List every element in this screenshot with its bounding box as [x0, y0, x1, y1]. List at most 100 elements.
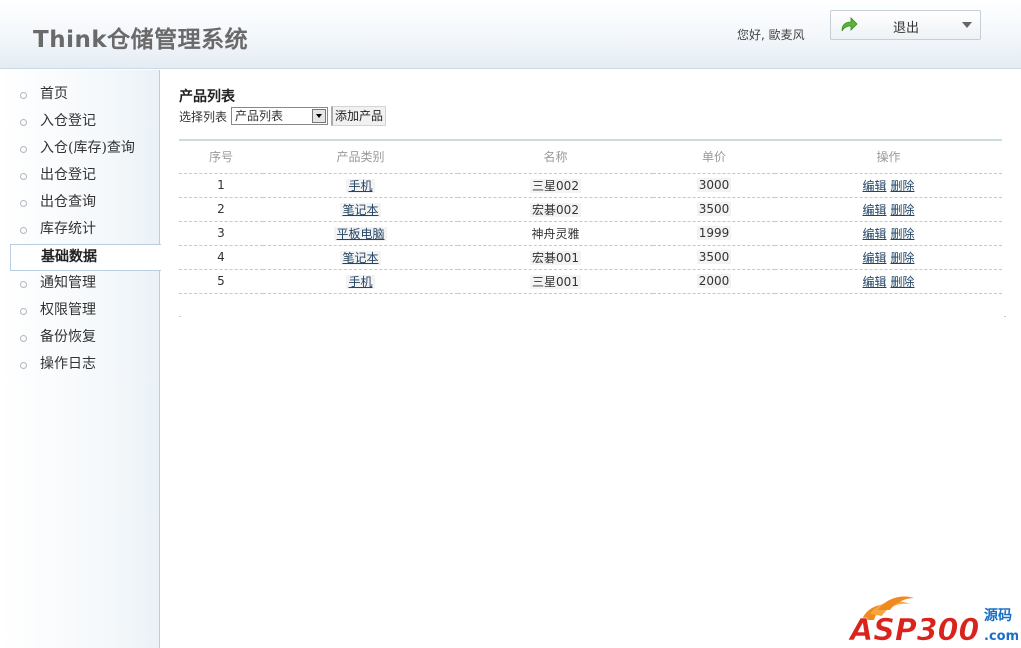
edit-link[interactable]: 编辑: [862, 251, 886, 265]
circle-bullet-icon: [20, 173, 27, 180]
product-price: 1999: [696, 226, 732, 240]
green-arrow-icon: [841, 17, 858, 32]
delete-link[interactable]: 删除: [891, 227, 915, 241]
cell-name: 宏碁002: [458, 197, 653, 222]
col-header-name: 名称: [458, 140, 653, 174]
cell-name: 宏碁001: [458, 245, 653, 270]
delete-link[interactable]: 删除: [891, 251, 915, 265]
cell-price: 2000: [653, 269, 775, 294]
table-header-row: 序号 产品类别 名称 单价 操作: [179, 140, 1002, 174]
watermark-domain: .com: [984, 629, 1018, 644]
asp300-watermark-logo: ASP300 源码 .com: [848, 596, 1018, 646]
sidebar-item-label: 首页: [40, 86, 68, 102]
table-row: 2 笔记本 宏碁002 3500 编辑 删除: [179, 197, 1002, 222]
delete-link[interactable]: 删除: [891, 179, 915, 193]
circle-bullet-icon: [20, 146, 27, 153]
sidebar-item-label: 出仓登记: [40, 167, 96, 183]
product-name: 三星002: [530, 178, 581, 193]
sidebar-item-label: 权限管理: [40, 302, 96, 318]
table-footer-mark: [1004, 316, 1006, 317]
cell-category: 手机: [263, 172, 458, 198]
product-table: 序号 产品类别 名称 单价 操作 1 手机 三星002 3000 编辑 删除 2 …: [179, 139, 1002, 294]
circle-bullet-icon: [20, 308, 27, 315]
delete-link[interactable]: 删除: [891, 203, 915, 217]
product-name: 神舟灵雅: [531, 226, 580, 241]
product-price: 3500: [696, 250, 732, 264]
edit-link[interactable]: 编辑: [862, 179, 886, 193]
cell-actions: 编辑 删除: [775, 221, 1002, 246]
category-link[interactable]: 手机: [346, 178, 375, 193]
product-name: 宏碁001: [530, 250, 581, 265]
filter-label: 选择列表: [179, 109, 228, 124]
cell-name: 神舟灵雅: [458, 221, 653, 246]
category-link[interactable]: 手机: [346, 274, 375, 289]
edit-link[interactable]: 编辑: [862, 227, 886, 241]
cell-actions: 编辑 删除: [775, 269, 1002, 294]
sidebar-item-home[interactable]: 首页: [0, 82, 159, 109]
cell-actions: 编辑 删除: [775, 172, 1002, 198]
sidebar-item-basic-data[interactable]: 基础数据: [10, 244, 161, 271]
main-content: 产品列表 选择列表 产品列表 添加产品 序号 产品类别 名称 单价 操作 1 手…: [179, 86, 1002, 294]
delete-link[interactable]: 删除: [891, 275, 915, 289]
logout-dropdown[interactable]: 退出: [830, 10, 981, 40]
cell-category: 手机: [263, 269, 458, 294]
triangle-down-icon: [962, 22, 972, 28]
product-price: 2000: [696, 274, 732, 288]
edit-link[interactable]: 编辑: [862, 203, 886, 217]
sidebar-item-inbound-register[interactable]: 入仓登记: [0, 109, 159, 136]
app-title: Think仓储管理系统: [33, 27, 249, 53]
filter-row: 选择列表 产品列表 添加产品: [179, 106, 1002, 126]
header: Think仓储管理系统 您好, 歐麦风 退出: [0, 0, 1021, 69]
table-row: 1 手机 三星002 3000 编辑 删除: [179, 172, 1002, 198]
circle-bullet-icon: [20, 335, 27, 342]
sidebar-item-logs[interactable]: 操作日志: [0, 352, 159, 379]
circle-bullet-icon: [20, 281, 27, 288]
list-select-value: 产品列表: [235, 109, 284, 123]
sidebar-item-label: 出仓查询: [40, 194, 96, 210]
circle-bullet-icon: [20, 200, 27, 207]
sidebar-item-stock-stats[interactable]: 库存统计: [0, 217, 159, 244]
circle-bullet-icon: [20, 227, 27, 234]
cell-name: 三星001: [458, 269, 653, 294]
cell-no: 3: [179, 221, 263, 246]
cell-price: 1999: [653, 221, 775, 246]
triangle-down-icon[interactable]: [312, 109, 327, 123]
cell-no: 2: [179, 197, 263, 222]
watermark-brand: ASP300: [848, 613, 979, 646]
cell-price: 3000: [653, 172, 775, 198]
cell-no: 5: [179, 269, 263, 294]
cell-no: 4: [179, 245, 263, 270]
add-product-button[interactable]: 添加产品: [331, 106, 387, 126]
page-title: 产品列表: [179, 89, 235, 105]
circle-bullet-icon: [20, 92, 27, 99]
circle-bullet-icon: [20, 119, 27, 126]
sidebar-item-outbound-query[interactable]: 出仓查询: [0, 190, 159, 217]
cell-actions: 编辑 删除: [775, 197, 1002, 222]
table-row: 4 笔记本 宏碁001 3500 编辑 删除: [179, 245, 1002, 270]
sidebar-item-backup[interactable]: 备份恢复: [0, 325, 159, 352]
sidebar: 首页 入仓登记 入仓(库存)查询 出仓登记 出仓查询 库存统计 基础数据 通知管…: [0, 70, 161, 648]
circle-bullet-icon: [20, 362, 27, 369]
col-header-actions: 操作: [775, 140, 1002, 174]
sidebar-item-label: 入仓登记: [40, 113, 96, 129]
watermark-suffix: 源码: [984, 607, 1012, 624]
edit-link[interactable]: 编辑: [862, 275, 886, 289]
sidebar-item-label: 库存统计: [40, 221, 96, 237]
cell-price: 3500: [653, 245, 775, 270]
product-price: 3500: [696, 202, 732, 216]
category-link[interactable]: 笔记本: [340, 202, 381, 217]
category-link[interactable]: 平板电脑: [334, 226, 387, 241]
list-select[interactable]: 产品列表: [231, 107, 329, 125]
sidebar-item-label: 基础数据: [41, 249, 97, 265]
category-link[interactable]: 笔记本: [340, 250, 381, 265]
table-row: 5 手机 三星001 2000 编辑 删除: [179, 269, 1002, 294]
logout-label: 退出: [893, 21, 920, 36]
sidebar-item-permissions[interactable]: 权限管理: [0, 298, 159, 325]
sidebar-item-notice[interactable]: 通知管理: [0, 271, 159, 298]
sidebar-item-outbound-register[interactable]: 出仓登记: [0, 163, 159, 190]
cell-price: 3500: [653, 197, 775, 222]
cell-no: 1: [179, 172, 263, 198]
sidebar-item-inbound-query[interactable]: 入仓(库存)查询: [0, 136, 159, 163]
sidebar-item-label: 操作日志: [40, 356, 96, 372]
col-header-price: 单价: [653, 140, 775, 174]
